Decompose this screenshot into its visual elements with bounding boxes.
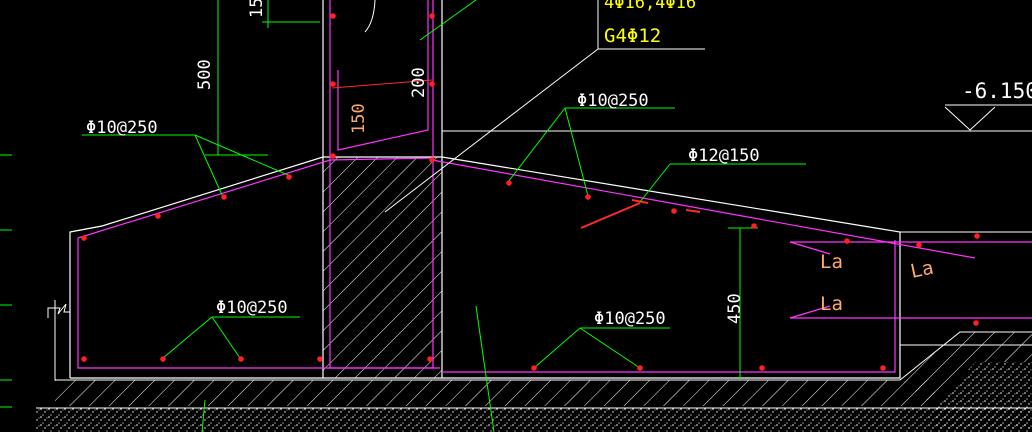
- rebar-section-dot: [880, 365, 886, 371]
- break-line-icon: [47, 303, 70, 318]
- rebar-section-dot: [637, 365, 643, 371]
- column-hatch: [323, 157, 442, 378]
- rebar-section-dot: [973, 320, 979, 326]
- top-note-line2: G4Φ12: [604, 25, 661, 47]
- callout-mid-slope: Φ10@250: [577, 91, 649, 111]
- rebar-section-dot: [427, 356, 433, 362]
- rebar-section-dot: [429, 13, 435, 19]
- leader-left-bottom-2: [211, 316, 241, 359]
- rebar-section-dot: [330, 153, 336, 159]
- rebar-section-dot: [317, 356, 323, 362]
- anchorage-la-3: La: [820, 293, 843, 315]
- top-note-leader: [364, 0, 1032, 213]
- rebar-section-dot: [286, 174, 292, 180]
- dim-150-label: 150: [349, 103, 369, 134]
- rebar-section-dot: [974, 233, 980, 239]
- red-arrow-line: [580, 202, 641, 229]
- dim-450-label: 450: [725, 293, 745, 324]
- top-note-line1: 4Φ16,4Φ16: [604, 0, 696, 13]
- cover-line-left: [69, 225, 103, 233]
- rebar-section-dot: [160, 356, 166, 362]
- foundation-outline: [47, 0, 1032, 379]
- leader-right-bottom-2: [579, 327, 641, 369]
- rebar-section-dot: [751, 223, 757, 229]
- callout-left-bottom: Φ10@250: [216, 298, 288, 318]
- anchorage-la-1: La: [820, 251, 843, 273]
- rebar-section-dot: [429, 81, 435, 87]
- rebar-section-dot: [238, 356, 244, 362]
- rebar-section-dot: [759, 365, 765, 371]
- foundation-edge: [69, 156, 901, 379]
- rebar-section-dot: [429, 157, 435, 163]
- rebar-section-dot: [585, 194, 591, 200]
- callout-left-slope: Φ10@250: [86, 118, 158, 138]
- rebar-section-dot: [330, 13, 336, 19]
- leader-mid-slope-2: [564, 107, 589, 197]
- leader-mid-slope-1: [507, 107, 566, 183]
- rebar-section-dot: [221, 194, 227, 200]
- elevation-label: -6.150(: [962, 79, 1032, 103]
- rebar-section-dot: [81, 356, 87, 362]
- dim-200-label: 200: [409, 67, 429, 98]
- callout-right-slope: Φ12@150: [688, 146, 760, 166]
- anchorage-la-2: La: [908, 257, 935, 283]
- rebar-section-dot: [916, 242, 922, 248]
- red-rebar-mark-2: [685, 209, 701, 213]
- rebar-section-dot: [531, 365, 537, 371]
- leader-right-slope: [639, 163, 671, 203]
- leader-left-bottom-1: [162, 316, 213, 359]
- rebar-section-dot: [81, 235, 87, 241]
- rebar-section-dot: [155, 213, 161, 219]
- triangle-elevation-icon: [944, 106, 996, 131]
- drawing-canvas: 4Φ16,4Φ16 G4Φ12 Φ10@250 Φ10@250 Φ12@150 …: [0, 0, 1032, 432]
- rebar-section-dot: [330, 81, 336, 87]
- dim-500-label: 500: [195, 59, 215, 90]
- text-layer: 4Φ16,4Φ16 G4Φ12 Φ10@250 Φ10@250 Φ12@150 …: [86, 0, 1032, 329]
- rebar-section-dot: [671, 208, 677, 214]
- rebar-section-dot: [506, 180, 512, 186]
- dim-150-top-label: 150: [247, 0, 267, 18]
- rebar-section-dot: [844, 238, 850, 244]
- column-curve: [364, 0, 376, 33]
- soil-strip: [36, 408, 1032, 432]
- callout-right-bottom: Φ10@250: [594, 309, 666, 329]
- leader-right-bottom-1: [533, 327, 581, 369]
- bedding-hatch: [55, 380, 935, 406]
